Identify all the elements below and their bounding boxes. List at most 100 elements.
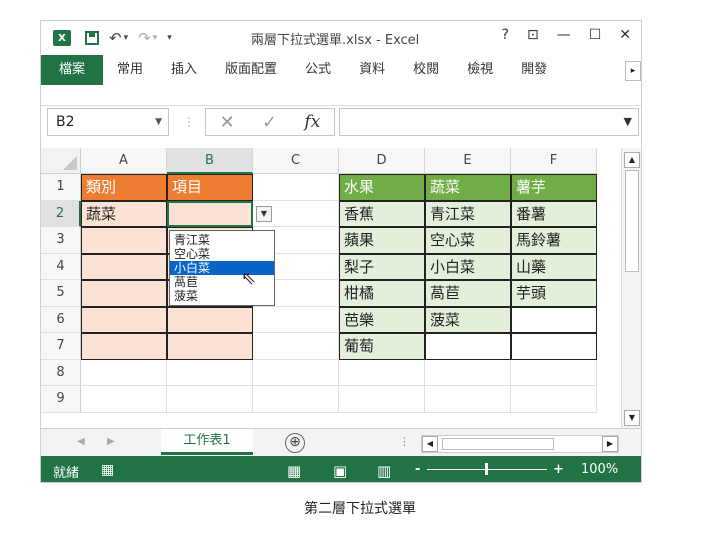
redo-icon[interactable]: ↷	[138, 29, 151, 47]
cell-d4[interactable]: 梨子	[339, 253, 425, 280]
vertical-scrollbar[interactable]: ▲ ▼	[621, 148, 641, 428]
cell-e6[interactable]: 菠菜	[425, 306, 511, 333]
close-button[interactable]: ✕	[619, 27, 631, 43]
minimize-button[interactable]: —	[557, 27, 571, 43]
cell-d1[interactable]: 水果	[339, 174, 425, 201]
sheet-nav-right-icon[interactable]: ▶	[107, 436, 115, 447]
select-all-corner[interactable]	[41, 148, 81, 174]
row-header-2[interactable]: 2	[41, 200, 81, 227]
zoom-in-button[interactable]: +	[553, 462, 564, 477]
column-header-e[interactable]: E	[425, 148, 511, 174]
macro-record-icon[interactable]: ▦	[101, 462, 114, 478]
dropdown-option[interactable]: 青江菜	[170, 233, 274, 247]
cell-d7[interactable]: 葡萄	[339, 333, 425, 360]
dropdown-option[interactable]: 小白菜	[170, 261, 274, 275]
cell-e8[interactable]	[425, 359, 511, 386]
cell-d5[interactable]: 柑橘	[339, 280, 425, 307]
page-layout-view-icon[interactable]: ▣	[333, 462, 347, 480]
cell-c6[interactable]	[253, 306, 339, 333]
cell-a9[interactable]	[81, 386, 167, 413]
ribbon-scroll-right-icon[interactable]: ▸	[625, 61, 641, 81]
row-header-8[interactable]: 8	[41, 359, 81, 386]
zoom-level[interactable]: 100%	[581, 462, 618, 477]
column-header-a[interactable]: A	[81, 148, 167, 174]
row-header-9[interactable]: 9	[41, 386, 81, 413]
dropdown-option[interactable]: 菠菜	[170, 289, 274, 303]
cell-f6[interactable]	[511, 306, 597, 333]
scroll-left-icon[interactable]: ◀	[422, 436, 438, 452]
cell-f9[interactable]	[511, 386, 597, 413]
save-icon[interactable]	[85, 31, 99, 45]
sheet-tab[interactable]: 工作表1	[161, 429, 253, 455]
zoom-out-button[interactable]: -	[415, 462, 420, 477]
tab-insert[interactable]: 插入	[157, 55, 211, 85]
enter-icon[interactable]: ✓	[262, 112, 277, 133]
cell-e9[interactable]	[425, 386, 511, 413]
formula-input[interactable]: ▼	[339, 108, 639, 136]
cell-d8[interactable]	[339, 359, 425, 386]
cell-e3[interactable]: 空心菜	[425, 227, 511, 254]
help-icon[interactable]: ?	[502, 27, 509, 43]
tab-view[interactable]: 檢視	[453, 55, 507, 85]
row-header-3[interactable]: 3	[41, 227, 81, 254]
expand-formula-bar-icon[interactable]: ▼	[624, 115, 632, 128]
tab-review[interactable]: 校閱	[399, 55, 453, 85]
cell-d6[interactable]: 芭樂	[339, 306, 425, 333]
row-header-1[interactable]: 1	[41, 174, 81, 201]
name-box-dropdown-icon[interactable]: ▼	[155, 109, 162, 135]
undo-icon[interactable]: ↶	[109, 29, 122, 47]
horizontal-scrollbar[interactable]: ◀ ▶	[421, 435, 619, 453]
tab-developer[interactable]: 開發	[507, 55, 561, 85]
column-header-f[interactable]: F	[511, 148, 597, 174]
cell-c7[interactable]	[253, 333, 339, 360]
cell-c8[interactable]	[253, 359, 339, 386]
vertical-scroll-thumb[interactable]	[625, 170, 639, 272]
cell-e5[interactable]: 萵苣	[425, 280, 511, 307]
cell-a8[interactable]	[81, 359, 167, 386]
cell-b8[interactable]	[167, 359, 253, 386]
formula-bar-grip-icon[interactable]: ⋮	[183, 115, 195, 129]
sheet-nav-left-icon[interactable]: ◀	[77, 436, 85, 447]
ribbon-display-options-icon[interactable]: ⊡	[527, 27, 539, 43]
row-header-4[interactable]: 4	[41, 253, 81, 280]
cell-b6[interactable]	[167, 306, 253, 333]
insert-function-icon[interactable]: fx	[304, 112, 320, 132]
cell-d2[interactable]: 香蕉	[339, 200, 425, 227]
cell-b1[interactable]: 項目	[167, 174, 253, 201]
cell-e7[interactable]	[425, 333, 511, 360]
cell-f4[interactable]: 山藥	[511, 253, 597, 280]
cell-a2[interactable]: 蔬菜	[81, 200, 167, 227]
cell-c1[interactable]	[253, 174, 339, 201]
tab-file[interactable]: 檔案	[41, 55, 104, 85]
tab-data[interactable]: 資料	[345, 55, 399, 85]
horizontal-scroll-thumb[interactable]	[442, 438, 554, 450]
cell-c9[interactable]	[253, 386, 339, 413]
tab-page-layout[interactable]: 版面配置	[211, 55, 291, 85]
tab-formulas[interactable]: 公式	[291, 55, 345, 85]
undo-dropdown-icon[interactable]: ▾	[124, 33, 129, 43]
page-break-preview-icon[interactable]: ▥	[377, 462, 391, 480]
zoom-slider-thumb[interactable]	[485, 463, 488, 475]
normal-view-icon[interactable]: ▦	[287, 462, 301, 480]
redo-dropdown-icon[interactable]: ▾	[153, 33, 158, 43]
name-box[interactable]: B2 ▼	[47, 108, 169, 136]
cell-a5[interactable]	[81, 280, 167, 307]
column-header-c[interactable]: C	[253, 148, 339, 174]
validation-dropdown-button[interactable]: ▼	[256, 205, 272, 222]
cell-a4[interactable]	[81, 253, 167, 280]
cell-f8[interactable]	[511, 359, 597, 386]
cell-a6[interactable]	[81, 306, 167, 333]
scroll-right-icon[interactable]: ▶	[602, 436, 618, 452]
column-header-d[interactable]: D	[339, 148, 425, 174]
scroll-up-icon[interactable]: ▲	[624, 152, 640, 168]
cell-f5[interactable]: 芋頭	[511, 280, 597, 307]
cell-a1[interactable]: 類別	[81, 174, 167, 201]
dropdown-option[interactable]: 萵苣	[170, 275, 274, 289]
column-header-b[interactable]: B	[167, 148, 253, 174]
cell-f1[interactable]: 薯芋	[511, 174, 597, 201]
cell-e2[interactable]: 青江菜	[425, 200, 511, 227]
cell-f3[interactable]: 馬鈴薯	[511, 227, 597, 254]
worksheet-grid[interactable]: A B C D E F 1 類別 項目 水果 蔬菜 薯芋 2 蔬菜 香蕉 青江菜 番薯 3 蘋果 空心菜 馬鈴薯 4 梨子小…	[41, 148, 621, 428]
cell-a7[interactable]	[81, 333, 167, 360]
add-sheet-icon[interactable]: ⊕	[285, 433, 305, 453]
